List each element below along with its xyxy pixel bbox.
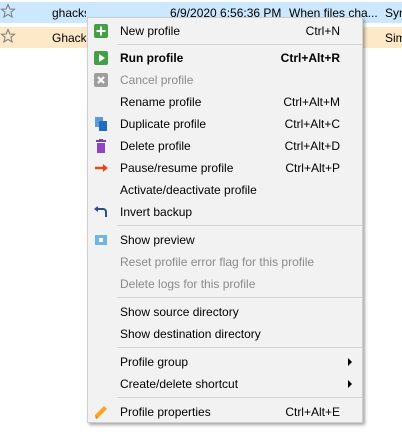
menu-separator — [117, 44, 362, 45]
menu-item-shortcut: Ctrl+Alt+P — [285, 161, 340, 175]
menu-item-shortcut: Ctrl+Alt+E — [285, 405, 340, 419]
profile-name: Ghacks — [52, 31, 86, 45]
menu-item-label: Show source directory — [120, 305, 239, 319]
menu-item-shortcut: Ctrl+N — [305, 24, 340, 38]
menu-item-label: Delete logs for this profile — [120, 277, 256, 291]
menu-item-show-destination-directory[interactable]: Show destination directory — [88, 323, 362, 345]
green-play-icon — [94, 51, 108, 65]
profile-context-menu: New profile Ctrl+N Run profile Ctrl+Alt+… — [87, 17, 363, 423]
menu-item-label: Delete profile — [120, 139, 191, 153]
menu-item-new-profile[interactable]: New profile Ctrl+N — [88, 20, 362, 42]
menu-item-profile-group[interactable]: Profile group — [88, 351, 362, 373]
preview-icon — [95, 235, 107, 245]
menu-item-cancel-profile[interactable]: Cancel profile — [88, 69, 362, 91]
gray-cancel-icon — [94, 73, 108, 87]
menu-item-rename-profile[interactable]: Rename profile Ctrl+Alt+M — [88, 91, 362, 113]
star-icon[interactable] — [0, 28, 16, 44]
menu-item-label: Rename profile — [120, 95, 202, 109]
menu-item-show-source-directory[interactable]: Show source directory — [88, 301, 362, 323]
menu-item-label: Show preview — [120, 233, 195, 247]
menu-item-show-preview[interactable]: Show preview — [88, 229, 362, 251]
duplicate-icon — [95, 117, 107, 131]
menu-item-shortcut: Ctrl+Alt+C — [284, 117, 340, 131]
menu-item-pause-resume-profile[interactable]: Pause/resume profile Ctrl+Alt+P — [88, 157, 362, 179]
menu-item-label: Show destination directory — [120, 327, 261, 341]
menu-item-label: Reset profile error flag for this profil… — [120, 255, 315, 269]
menu-item-label: Create/delete shortcut — [120, 377, 239, 391]
menu-separator — [117, 397, 362, 398]
menu-item-label: Invert backup — [120, 205, 193, 219]
menu-separator — [117, 297, 362, 298]
menu-item-delete-logs[interactable]: Delete logs for this profile — [88, 273, 362, 295]
menu-separator — [117, 225, 362, 226]
star-icon[interactable] — [0, 3, 16, 19]
green-plus-icon — [94, 24, 108, 38]
menu-item-run-profile[interactable]: Run profile Ctrl+Alt+R — [88, 47, 362, 69]
menu-item-activate-deactivate-profile[interactable]: Activate/deactivate profile — [88, 179, 362, 201]
submenu-arrow-icon — [348, 358, 352, 366]
menu-item-delete-profile[interactable]: Delete profile Ctrl+Alt+D — [88, 135, 362, 157]
menu-item-shortcut: Ctrl+Alt+M — [283, 95, 340, 109]
profile-name: ghacks synchronize — [52, 6, 86, 20]
menu-item-label: New profile — [120, 24, 181, 38]
menu-item-shortcut: Ctrl+Alt+R — [280, 51, 340, 65]
menu-item-label: Pause/resume profile — [120, 161, 234, 175]
menu-item-label: Run profile — [120, 51, 184, 65]
menu-item-shortcut: Ctrl+Alt+D — [284, 139, 340, 153]
pause-resume-icon — [95, 164, 108, 172]
menu-item-label: Profile properties — [120, 405, 211, 419]
menu-item-reset-error-flag[interactable]: Reset profile error flag for this profil… — [88, 251, 362, 273]
menu-item-label: Cancel profile — [120, 73, 194, 87]
menu-item-duplicate-profile[interactable]: Duplicate profile Ctrl+Alt+C — [88, 113, 362, 135]
pencil-icon — [95, 406, 107, 419]
menu-item-create-delete-shortcut[interactable]: Create/delete shortcut — [88, 373, 362, 395]
menu-item-label: Profile group — [120, 355, 189, 369]
menu-item-invert-backup[interactable]: Invert backup — [88, 201, 362, 223]
invert-arrow-icon — [94, 206, 107, 217]
profile-type: Syn — [385, 6, 402, 20]
menu-item-label: Duplicate profile — [120, 117, 207, 131]
profile-type: Sim — [385, 31, 402, 45]
menu-item-profile-properties[interactable]: Profile properties Ctrl+Alt+E — [88, 401, 362, 423]
trash-icon — [96, 139, 106, 153]
menu-item-label: Activate/deactivate profile — [120, 183, 257, 197]
menu-separator — [117, 347, 362, 348]
submenu-arrow-icon — [348, 380, 352, 388]
